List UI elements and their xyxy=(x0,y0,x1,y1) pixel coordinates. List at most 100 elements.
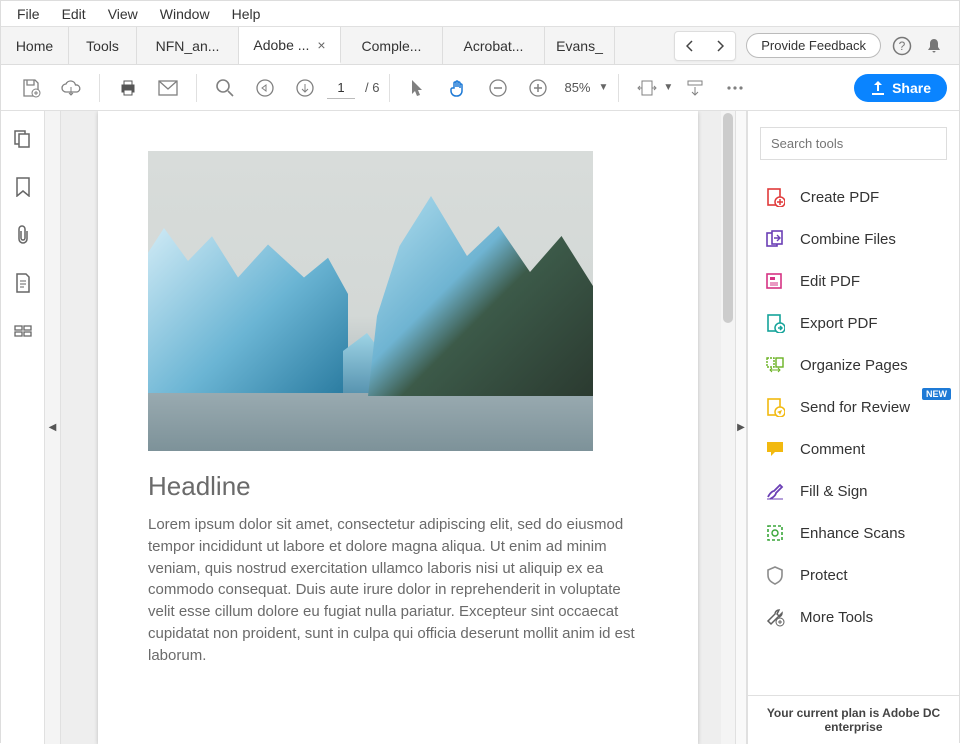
layers-icon[interactable] xyxy=(11,319,35,343)
tab-doc-4[interactable]: Evans_ xyxy=(545,27,615,64)
tab-label: Adobe ... xyxy=(253,37,309,53)
scroll-thumb[interactable] xyxy=(723,113,733,323)
right-collapse-handle[interactable]: ▶ xyxy=(735,111,747,744)
menu-help[interactable]: Help xyxy=(222,4,271,24)
feedback-button[interactable]: Provide Feedback xyxy=(746,33,881,58)
new-badge: NEW xyxy=(922,388,951,400)
tool-list: Create PDF Combine Files Edit PDF Export PD… xyxy=(748,176,959,695)
left-sidebar xyxy=(1,111,45,744)
tool-label: Enhance Scans xyxy=(800,525,905,542)
print-icon[interactable] xyxy=(110,70,146,106)
tab-doc-0[interactable]: NFN_an... xyxy=(137,27,239,64)
tool-export-pdf[interactable]: Export PDF xyxy=(748,302,959,344)
document-image xyxy=(148,151,593,451)
tool-combine-files[interactable]: Combine Files xyxy=(748,218,959,260)
tabs-row: Home Tools NFN_an... Adobe ... × Comple..… xyxy=(1,27,959,65)
tab-tools[interactable]: Tools xyxy=(69,27,137,64)
tab-doc-1[interactable]: Adobe ... × xyxy=(239,27,341,64)
tab-doc-3[interactable]: Acrobat... xyxy=(443,27,545,64)
help-icon[interactable]: ? xyxy=(891,35,913,57)
tool-label: Send for Review xyxy=(800,399,910,416)
tab-label: NFN_an... xyxy=(156,38,220,54)
organize-pages-icon xyxy=(764,354,786,376)
create-pdf-icon xyxy=(764,186,786,208)
share-icon xyxy=(870,80,886,96)
headline: Headline xyxy=(148,471,638,502)
tool-label: Protect xyxy=(800,567,848,584)
menu-edit[interactable]: Edit xyxy=(52,4,96,24)
tabs-right: Provide Feedback ? xyxy=(674,27,959,64)
zoom-out-icon[interactable] xyxy=(480,70,516,106)
svg-text:?: ? xyxy=(899,39,906,53)
tab-label: Evans_ xyxy=(556,38,603,54)
tab-home[interactable]: Home xyxy=(1,27,69,64)
bookmark-icon[interactable] xyxy=(11,175,35,199)
menu-window[interactable]: Window xyxy=(150,4,220,24)
menu-bar: File Edit View Window Help xyxy=(1,1,959,27)
tool-label: Edit PDF xyxy=(800,273,860,290)
bell-icon[interactable] xyxy=(923,35,945,57)
tool-protect[interactable]: Protect xyxy=(748,554,959,596)
main-row: ◀ Headline Lorem ipsum dolor sit amet, c… xyxy=(1,111,959,744)
tool-send-for-review[interactable]: Send for Review NEW xyxy=(748,386,959,428)
tool-label: Create PDF xyxy=(800,189,879,206)
zoom-value[interactable]: 85% xyxy=(564,80,590,95)
fit-width-icon[interactable] xyxy=(629,70,665,106)
page-icon[interactable] xyxy=(11,271,35,295)
next-page-icon[interactable] xyxy=(287,70,323,106)
mail-icon[interactable] xyxy=(150,70,186,106)
page: Headline Lorem ipsum dolor sit amet, con… xyxy=(98,111,698,744)
plan-info: Your current plan is Adobe DC enterprise xyxy=(748,695,959,744)
page-input[interactable] xyxy=(327,77,355,99)
save-icon[interactable] xyxy=(13,70,49,106)
select-tool-icon[interactable] xyxy=(400,70,436,106)
comment-icon xyxy=(764,438,786,460)
cloud-icon[interactable] xyxy=(53,70,89,106)
chevron-down-icon[interactable]: ▼ xyxy=(599,82,609,93)
send-for-review-icon xyxy=(764,396,786,418)
tab-next-button[interactable] xyxy=(705,32,735,60)
more-icon[interactable] xyxy=(717,70,753,106)
tool-label: Export PDF xyxy=(800,315,878,332)
scroll-mode-icon[interactable] xyxy=(677,70,713,106)
share-button[interactable]: Share xyxy=(854,74,947,102)
edit-pdf-icon xyxy=(764,270,786,292)
protect-icon xyxy=(764,564,786,586)
close-icon[interactable]: × xyxy=(317,37,325,53)
menu-file[interactable]: File xyxy=(7,4,50,24)
prev-page-icon[interactable] xyxy=(247,70,283,106)
scrollbar[interactable] xyxy=(721,111,735,744)
body-text: Lorem ipsum dolor sit amet, consectetur … xyxy=(148,514,638,666)
tool-more-tools[interactable]: More Tools xyxy=(748,596,959,638)
tool-label: More Tools xyxy=(800,609,873,626)
tab-label: Acrobat... xyxy=(464,38,524,54)
attachment-icon[interactable] xyxy=(11,223,35,247)
enhance-scans-icon xyxy=(764,522,786,544)
tool-comment[interactable]: Comment xyxy=(748,428,959,470)
menu-view[interactable]: View xyxy=(98,4,148,24)
tab-prev-button[interactable] xyxy=(675,32,705,60)
tab-nav xyxy=(674,31,736,61)
right-panel: Create PDF Combine Files Edit PDF Export PD… xyxy=(747,111,959,744)
tool-enhance-scans[interactable]: Enhance Scans xyxy=(748,512,959,554)
chevron-down-icon[interactable]: ▼ xyxy=(663,82,673,93)
tool-create-pdf[interactable]: Create PDF xyxy=(748,176,959,218)
zoom-in-icon[interactable] xyxy=(520,70,556,106)
export-pdf-icon xyxy=(764,312,786,334)
tool-fill-sign[interactable]: Fill & Sign xyxy=(748,470,959,512)
tool-label: Fill & Sign xyxy=(800,483,868,500)
tool-edit-pdf[interactable]: Edit PDF xyxy=(748,260,959,302)
toolbar: / 6 85% ▼ ▼ Share xyxy=(1,65,959,111)
combine-files-icon xyxy=(764,228,786,250)
search-icon[interactable] xyxy=(207,70,243,106)
separator xyxy=(618,74,619,102)
search-tools-input[interactable] xyxy=(760,127,947,160)
hand-tool-icon[interactable] xyxy=(440,70,476,106)
page-total: / 6 xyxy=(365,80,379,95)
separator xyxy=(196,74,197,102)
tab-doc-2[interactable]: Comple... xyxy=(341,27,443,64)
left-collapse-handle[interactable]: ◀ xyxy=(45,111,61,744)
thumbnails-icon[interactable] xyxy=(11,127,35,151)
more-tools-icon xyxy=(764,606,786,628)
tool-organize-pages[interactable]: Organize Pages xyxy=(748,344,959,386)
